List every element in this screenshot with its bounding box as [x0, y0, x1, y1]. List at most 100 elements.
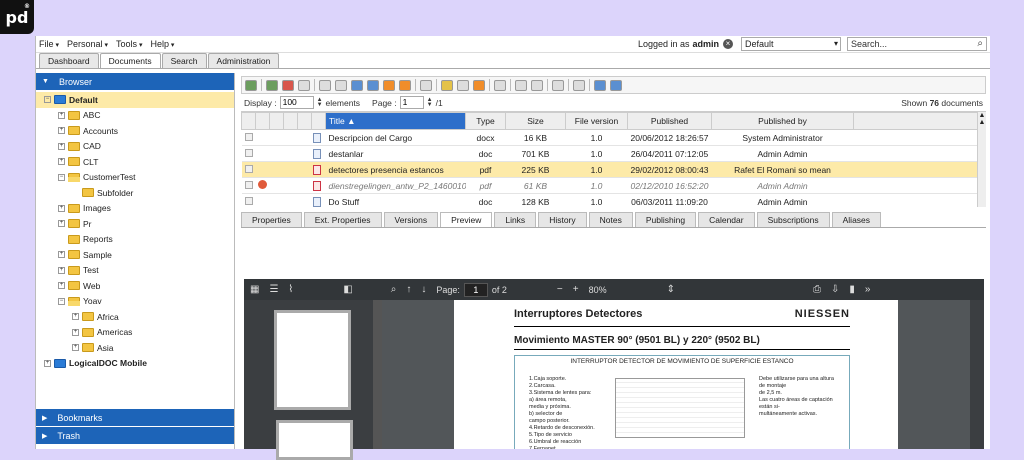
expand-icon[interactable]: + — [58, 127, 65, 135]
tab-links[interactable]: Links — [494, 212, 537, 227]
tree-node-sample[interactable]: + Sample — [36, 247, 234, 263]
menu-personal[interactable]: Personal — [67, 39, 108, 49]
table-row[interactable]: dienstregelingen_antw_P2_1460010908 pdf 61… — [241, 177, 986, 194]
workspace-select[interactable]: Default — [741, 37, 841, 51]
row-checkbox[interactable] — [244, 164, 253, 173]
spinner-icon[interactable]: ▲ ▼ — [317, 97, 323, 108]
next-page-icon[interactable]: ↓ — [421, 284, 426, 295]
prev-page-icon[interactable]: ↑ — [406, 284, 411, 295]
expand-icon[interactable]: + — [58, 251, 65, 259]
expand-icon[interactable]: + — [44, 359, 51, 367]
tab-preview[interactable]: Preview — [440, 212, 493, 227]
column-published[interactable]: Published — [627, 112, 712, 130]
gallery-view-icon[interactable] — [610, 79, 622, 91]
expand-icon[interactable]: + — [58, 204, 65, 212]
grid-scrollbar[interactable]: ▲ ▲ — [977, 112, 986, 207]
download-icon[interactable] — [266, 79, 278, 91]
print-icon[interactable]: ⎙ — [813, 284, 821, 295]
tree-node-default[interactable]: − Default — [36, 92, 234, 108]
refresh-icon[interactable] — [245, 79, 257, 91]
row-checkbox[interactable] — [244, 196, 253, 205]
page-thumbnail[interactable] — [276, 420, 353, 460]
tree-node-africa[interactable]: + Africa — [36, 309, 234, 325]
export-icon[interactable] — [573, 79, 585, 91]
column-file-version[interactable]: File version — [565, 112, 628, 130]
row-checkbox[interactable] — [244, 132, 253, 141]
workflow-icon[interactable] — [399, 79, 411, 91]
tab-dashboard[interactable]: Dashboard — [39, 53, 99, 68]
tree-node-asia[interactable]: + Asia — [36, 340, 234, 356]
tree-node-test[interactable]: + Test — [36, 263, 234, 279]
outline-icon[interactable]: ☰ — [269, 284, 278, 295]
tree-node-pr[interactable]: + Pr — [36, 216, 234, 232]
zoom-dropdown-icon[interactable]: ⇕ — [667, 284, 675, 295]
download-icon[interactable]: ⇩ — [831, 284, 839, 295]
archive-icon[interactable] — [367, 79, 379, 91]
expand-icon[interactable]: + — [58, 111, 65, 119]
display-count-input[interactable]: 100 — [279, 96, 314, 109]
expand-icon[interactable]: + — [72, 328, 79, 336]
sign-icon[interactable] — [473, 79, 485, 91]
more-tools-icon[interactable]: » — [865, 284, 871, 295]
search-input[interactable]: Search... ⌕ — [847, 37, 987, 51]
tab-notes[interactable]: Notes — [588, 212, 633, 227]
tree-node-abc[interactable]: + ABC — [36, 108, 234, 124]
tab-subscriptions[interactable]: Subscriptions — [756, 212, 830, 227]
zoom-select[interactable]: 80% — [589, 285, 607, 295]
tab-properties[interactable]: Properties — [241, 212, 302, 227]
viewer-scrollbar[interactable] — [970, 300, 984, 449]
filter-icon[interactable] — [531, 79, 543, 91]
add-document-icon[interactable] — [319, 79, 331, 91]
tab-search[interactable]: Search — [161, 53, 207, 68]
tree-node-accounts[interactable]: + Accounts — [36, 123, 234, 139]
zoom-in-icon[interactable]: + — [573, 284, 579, 295]
table-row[interactable]: destanlar doc 701 KB 1.0 26/04/2011 07:12:05… — [241, 145, 986, 162]
expand-icon[interactable]: + — [72, 344, 79, 352]
trash-header[interactable]: ▶ Trash — [36, 427, 234, 444]
expand-icon[interactable]: + — [58, 282, 65, 290]
column-title[interactable]: Title ▲ — [325, 112, 466, 130]
column-size[interactable]: Size — [505, 112, 566, 130]
bookmark-icon[interactable]: ▮ — [849, 284, 855, 295]
checkin-icon[interactable] — [420, 79, 432, 91]
zoom-out-icon[interactable]: − — [557, 284, 563, 295]
tree-node-web[interactable]: + Web — [36, 278, 234, 294]
logout-icon[interactable]: × — [723, 39, 733, 49]
convert-icon[interactable] — [298, 79, 310, 91]
column-type[interactable]: Type — [465, 112, 506, 130]
collapse-icon[interactable]: − — [58, 173, 65, 181]
calendar-icon[interactable] — [515, 79, 527, 91]
tree-node-clt[interactable]: + CLT — [36, 154, 234, 170]
tree-node-yoav[interactable]: − Yoav — [36, 294, 234, 310]
menu-tools[interactable]: Tools — [116, 39, 142, 49]
page-thumbnail[interactable] — [274, 310, 351, 410]
tab-aliases[interactable]: Aliases — [831, 212, 882, 227]
row-checkbox[interactable] — [244, 180, 253, 189]
bookmarks-header[interactable]: ▶ Bookmarks — [36, 409, 234, 426]
attachment-icon[interactable]: ⌇ — [288, 284, 293, 295]
tab-versions[interactable]: Versions — [383, 212, 439, 227]
tab-history[interactable]: History — [538, 212, 587, 227]
tree-node-logicaldoc-mobile[interactable]: + LogicalDOC Mobile — [36, 356, 234, 372]
find-icon[interactable]: ⌕ — [391, 284, 397, 295]
table-row[interactable]: Do Stuff doc 128 KB 1.0 06/03/2011 11:09:20 A… — [241, 193, 986, 207]
tab-publishing[interactable]: Publishing — [634, 212, 697, 227]
search-icon[interactable]: ⌕ — [977, 38, 983, 49]
list-view-icon[interactable] — [594, 79, 606, 91]
stamp-icon[interactable] — [457, 79, 469, 91]
tree-node-customertest[interactable]: − CustomerTest — [36, 170, 234, 186]
sidebar-toggle-icon[interactable]: ◧ — [343, 284, 352, 295]
tree-node-subfolder[interactable]: Subfolder — [36, 185, 234, 201]
tree-node-images[interactable]: + Images — [36, 201, 234, 217]
tree-node-reports[interactable]: Reports — [36, 232, 234, 248]
automation-icon[interactable] — [494, 79, 506, 91]
spinner-icon[interactable]: ▲ ▼ — [427, 97, 433, 108]
browser-header[interactable]: ▼ Browser — [36, 73, 234, 90]
scan-icon[interactable] — [335, 79, 347, 91]
column-published-by[interactable]: Published by — [711, 112, 854, 130]
tab-ext-properties[interactable]: Ext. Properties — [303, 212, 382, 227]
pdf-icon[interactable] — [282, 79, 294, 91]
table-row[interactable]: Descripcion del Cargo docx 16 KB 1.0 20/06/2… — [241, 129, 986, 146]
collapse-icon[interactable]: − — [58, 297, 65, 305]
thumbnail-scrollbar[interactable] — [373, 300, 382, 449]
